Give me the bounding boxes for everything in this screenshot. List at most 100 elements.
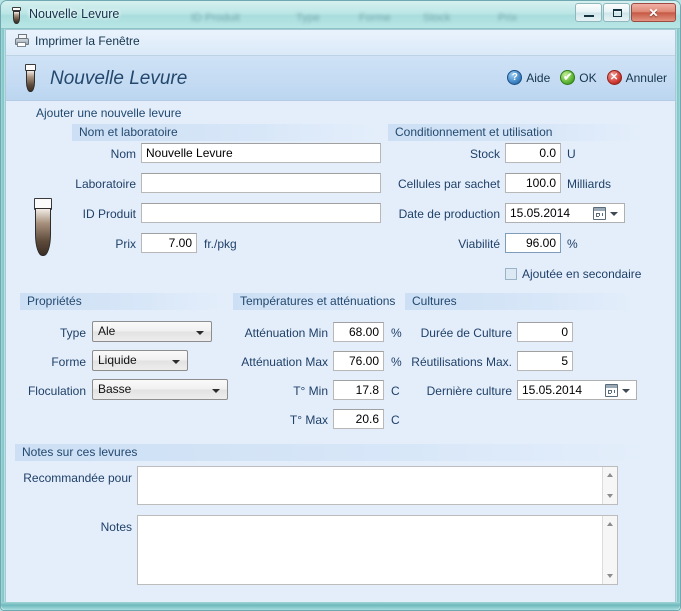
window-client-area: Imprimer la Fenêtre Nouvelle Levure ? Ai…	[5, 29, 676, 606]
scrollbar-notes[interactable]	[602, 516, 617, 584]
print-window-label: Imprimer la Fenêtre	[35, 34, 140, 48]
close-button[interactable]: ✕	[631, 3, 676, 22]
unit-viabilite: %	[567, 237, 578, 251]
yeast-editor-window: Nouvelle Levure ID Produit Type Forme St…	[0, 0, 681, 611]
unit-prix: fr./pkg	[204, 237, 237, 251]
label-att-min: Atténuation Min	[228, 326, 328, 340]
select-floculation[interactable]: Basse	[92, 379, 228, 400]
page-title: Nouvelle Levure	[50, 68, 187, 90]
label-recommandee: Recommandée pour	[14, 471, 132, 485]
page-subtitle: Ajouter une nouvelle levure	[36, 106, 181, 120]
group-title-packaging: Conditionnement et utilisation	[388, 124, 641, 141]
scrollbar-recommandee[interactable]	[602, 467, 617, 504]
print-window-button[interactable]: Imprimer la Fenêtre	[14, 34, 140, 48]
input-id-produit[interactable]	[141, 203, 381, 223]
textarea-recommandee[interactable]	[137, 466, 618, 505]
unit-stock: U	[567, 147, 576, 161]
group-title-cultures: Cultures	[405, 293, 636, 310]
cancel-button[interactable]: ✕ Annuler	[607, 70, 667, 85]
page-header: Nouvelle Levure ? Aide ✔ OK ✕ Annuler	[6, 56, 675, 101]
textarea-notes[interactable]	[137, 515, 618, 585]
help-icon: ?	[507, 70, 522, 85]
label-duree: Durée de Culture	[402, 326, 512, 340]
input-att-min[interactable]: 68.00	[333, 322, 384, 342]
select-forme[interactable]: Liquide	[92, 350, 188, 371]
window-edge-right	[676, 29, 680, 602]
checkbox-secondaire-label: Ajoutée en secondaire	[522, 267, 641, 281]
label-reutilisations: Réutilisations Max.	[402, 355, 512, 369]
chevron-down-icon[interactable]	[622, 389, 630, 393]
label-viabilite: Viabilité	[388, 237, 500, 251]
scroll-up-icon[interactable]	[603, 517, 617, 531]
input-prix[interactable]: 7.00	[141, 233, 197, 253]
header-actions: ? Aide ✔ OK ✕ Annuler	[507, 70, 667, 85]
label-prix: Prix	[41, 237, 136, 251]
label-cellules: Cellules par sachet	[388, 177, 500, 191]
select-type[interactable]: Ale	[92, 321, 212, 342]
check-icon: ✔	[560, 70, 575, 85]
help-label: Aide	[526, 71, 550, 85]
ghost-header-4: Prix	[498, 12, 517, 24]
group-title-notes: Notes sur ces levures	[15, 444, 652, 461]
maximize-button[interactable]	[603, 3, 630, 22]
printer-icon	[14, 34, 31, 48]
label-date-production: Date de production	[380, 207, 500, 221]
derniere-culture-value: 15.05.2014	[522, 383, 582, 397]
minimize-button[interactable]	[575, 3, 602, 22]
input-laboratoire[interactable]	[141, 173, 381, 193]
scroll-up-icon[interactable]	[603, 468, 617, 482]
window-edge-left	[1, 29, 5, 602]
chevron-down-icon	[196, 331, 204, 335]
input-cellules[interactable]: 100.0	[505, 173, 561, 193]
group-title-name-lab: Nom et laboratoire	[72, 124, 377, 141]
scroll-down-icon[interactable]	[603, 489, 617, 503]
unit-t-max: C	[391, 413, 400, 427]
title-bar: Nouvelle Levure ID Produit Type Forme St…	[1, 1, 680, 29]
scroll-down-icon[interactable]	[603, 569, 617, 583]
label-att-max: Atténuation Max	[228, 355, 328, 369]
ok-button[interactable]: ✔ OK	[560, 70, 596, 85]
label-derniere-culture: Dernière culture	[402, 384, 512, 398]
label-t-min: T° Min	[228, 384, 328, 398]
cancel-icon: ✕	[607, 70, 622, 85]
label-id-produit: ID Produit	[41, 207, 136, 221]
chevron-down-icon[interactable]	[610, 212, 618, 216]
checkbox-secondaire[interactable]: Ajoutée en secondaire	[505, 267, 641, 281]
unit-att-max: %	[391, 355, 402, 369]
window-title: Nouvelle Levure	[29, 7, 119, 21]
cancel-label: Annuler	[626, 71, 667, 85]
maximize-icon	[613, 9, 622, 17]
window-edge-bottom	[1, 602, 680, 610]
label-stock: Stock	[388, 147, 500, 161]
input-att-max[interactable]: 76.00	[333, 351, 384, 371]
input-date-production[interactable]: 15.05.2014	[505, 203, 625, 223]
close-icon: ✕	[632, 6, 675, 20]
checkbox-icon[interactable]	[505, 268, 517, 280]
group-title-properties: Propriétés	[20, 293, 226, 310]
label-nom: Nom	[41, 147, 136, 161]
unit-t-min: C	[391, 384, 400, 398]
ghost-header-3: Stock	[423, 12, 451, 24]
help-button[interactable]: ? Aide	[507, 70, 550, 85]
input-viabilite[interactable]: 96.00	[505, 233, 561, 253]
calendar-icon[interactable]	[605, 384, 618, 397]
input-nom[interactable]: Nouvelle Levure	[141, 143, 381, 163]
group-title-temps: Températures et atténuations	[233, 293, 401, 310]
input-stock[interactable]: 0.0	[505, 143, 561, 163]
input-duree[interactable]: 0	[517, 322, 573, 342]
window-toolbar: Imprimer la Fenêtre	[6, 30, 675, 56]
input-derniere-culture[interactable]: 15.05.2014	[517, 380, 637, 400]
label-floculation: Floculation	[8, 384, 86, 398]
input-t-min[interactable]: 17.8	[333, 380, 384, 400]
unit-cellules: Milliards	[567, 177, 611, 191]
ghost-header-2: Forme	[359, 12, 391, 24]
date-production-value: 15.05.2014	[510, 206, 570, 220]
input-t-max[interactable]: 20.6	[333, 409, 384, 429]
input-reutilisations[interactable]: 5	[517, 351, 573, 371]
unit-att-min: %	[391, 326, 402, 340]
calendar-icon[interactable]	[593, 207, 606, 220]
chevron-down-icon	[172, 360, 180, 364]
label-notes: Notes	[14, 520, 132, 534]
select-type-value: Ale	[98, 324, 115, 338]
label-forme: Forme	[14, 355, 86, 369]
